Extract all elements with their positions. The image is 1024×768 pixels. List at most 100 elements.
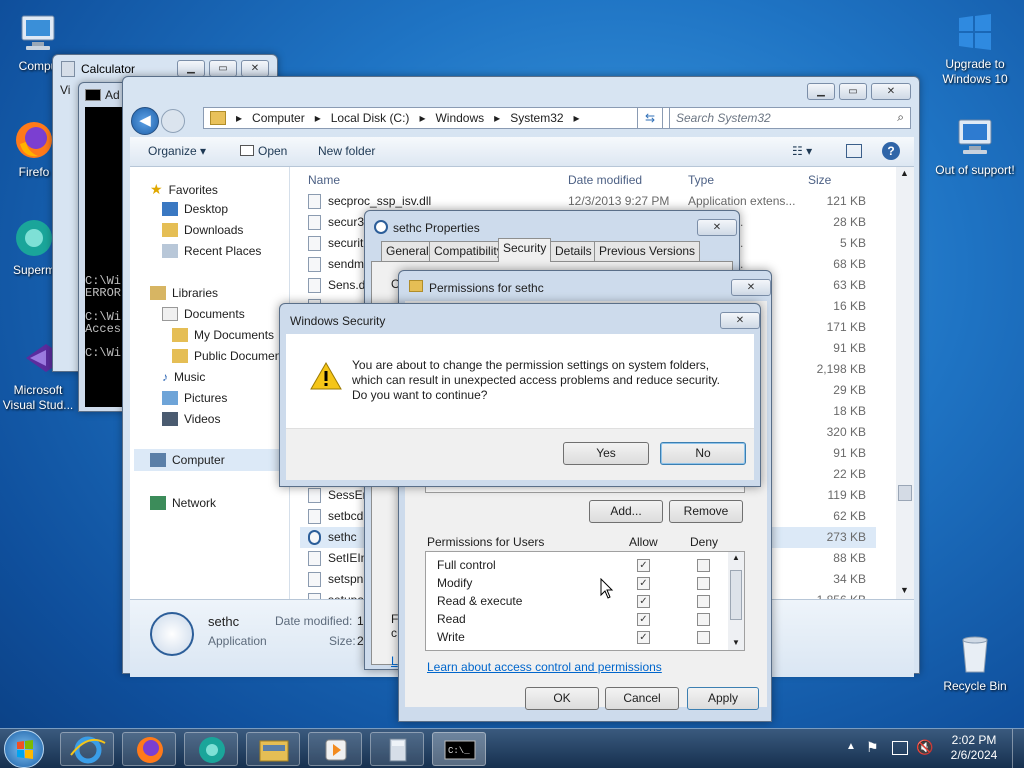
ok-button[interactable]: OK <box>525 687 599 710</box>
column-header-name[interactable]: Name <box>308 173 340 187</box>
learn-more-link[interactable]: Learn about access control and permissio… <box>427 660 662 674</box>
new-folder-button[interactable]: New folder <box>318 144 375 158</box>
deny-checkbox[interactable] <box>697 631 710 644</box>
breadcrumb-system32[interactable]: System32 <box>510 111 563 125</box>
minimize-button[interactable]: ▁ <box>177 60 205 77</box>
nav-public-documents[interactable]: Public Documen <box>172 349 281 363</box>
nav-pictures[interactable]: Pictures <box>162 391 227 405</box>
file-row[interactable]: secproc_ssp_isv.dll 12/3/2013 9:27 PM Appl… <box>300 191 876 212</box>
scrollbar-thumb[interactable] <box>730 570 742 620</box>
cancel-button[interactable]: Cancel <box>605 687 679 710</box>
permissions-scrollbar[interactable]: ▲ ▼ <box>728 552 744 650</box>
search-input[interactable]: Search System32 ⌕ <box>669 107 911 129</box>
taskbar-cmd[interactable]: C:\_ <box>432 732 486 766</box>
deny-checkbox[interactable] <box>697 613 710 626</box>
yes-button[interactable]: Yes <box>563 442 649 465</box>
file-icon <box>308 236 321 251</box>
tab-details[interactable]: Details <box>550 241 597 261</box>
nav-desktop[interactable]: Desktop <box>162 202 228 216</box>
show-desktop-button[interactable] <box>1012 729 1024 768</box>
add-button[interactable]: Add... <box>589 500 663 523</box>
details-size-value: 2 <box>357 634 364 648</box>
column-header-date[interactable]: Date modified <box>568 173 642 187</box>
properties-learn-link[interactable]: L <box>391 654 398 668</box>
breadcrumb-local-disk[interactable]: Local Disk (C:) <box>331 111 410 125</box>
minimize-button[interactable]: ▁ <box>807 83 835 100</box>
tab-compatibility[interactable]: Compatibility <box>429 241 508 261</box>
desktop-icon-upgrade[interactable]: Upgrade to Windows 10 <box>935 10 1015 87</box>
windows-security-dialog[interactable]: Windows Security ✕ You are about to chan… <box>279 303 761 487</box>
back-button[interactable]: ◀ <box>131 107 159 135</box>
apply-button[interactable]: Apply <box>687 687 759 710</box>
taskbar-firefox[interactable] <box>122 732 176 766</box>
deny-header: Deny <box>690 535 719 549</box>
view-options-icon[interactable]: ☷ ▾ <box>792 144 812 158</box>
file-name: SetIEIn <box>328 551 368 565</box>
nav-my-documents[interactable]: My Documents <box>172 328 274 342</box>
no-button[interactable]: No <box>660 442 746 465</box>
network-icon[interactable] <box>892 741 908 755</box>
nav-documents[interactable]: Documents <box>162 307 245 321</box>
allow-checkbox[interactable]: ✓ <box>637 577 650 590</box>
start-button[interactable] <box>4 730 44 768</box>
close-button[interactable]: ✕ <box>720 312 760 329</box>
column-header-size[interactable]: Size <box>808 173 831 187</box>
svg-text:C:\_: C:\_ <box>448 746 470 756</box>
desktop-icon-out-of-support[interactable]: Out of support! <box>935 116 1015 178</box>
preview-pane-icon[interactable] <box>846 144 862 158</box>
deny-checkbox[interactable] <box>697 577 710 590</box>
close-button[interactable]: ✕ <box>731 279 771 296</box>
maximize-button[interactable]: ▭ <box>839 83 867 100</box>
permissions-list[interactable]: Full control ✓ Modify ✓ Read & execute ✓ Read ✓… <box>425 551 745 651</box>
column-header-type[interactable]: Type <box>688 173 714 187</box>
nav-network[interactable]: Network <box>150 496 216 510</box>
file-size: 22 KB <box>833 467 866 481</box>
file-list-scrollbar[interactable]: ▲ ▼ <box>896 167 914 599</box>
allow-checkbox[interactable]: ✓ <box>637 631 650 644</box>
taskbar-media-player[interactable] <box>308 732 362 766</box>
close-button[interactable]: ✕ <box>871 83 911 100</box>
clock[interactable]: 2:02 PM 2/6/2024 <box>946 733 1002 763</box>
nav-downloads[interactable]: Downloads <box>162 223 243 237</box>
close-button[interactable]: ✕ <box>697 219 737 236</box>
tab-security[interactable]: Security <box>498 238 552 262</box>
folder-icon <box>409 280 423 292</box>
security-dialog-title: Windows Security <box>290 314 386 328</box>
remove-button[interactable]: Remove <box>669 500 743 523</box>
maximize-button[interactable]: ▭ <box>209 60 237 77</box>
close-button[interactable]: ✕ <box>241 60 269 77</box>
taskbar-ie[interactable] <box>60 732 114 766</box>
file-size: 18 KB <box>833 404 866 418</box>
show-hidden-icons-icon[interactable]: ▲ <box>846 741 856 752</box>
organize-button[interactable]: Organize ▾ <box>148 144 206 158</box>
tab-previous-versions[interactable]: Previous Versions <box>594 241 701 261</box>
help-icon[interactable]: ? <box>882 142 900 160</box>
scrollbar-thumb[interactable] <box>898 485 912 501</box>
deny-checkbox[interactable] <box>697 559 710 572</box>
allow-checkbox[interactable]: ✓ <box>637 595 650 608</box>
action-center-flag-icon[interactable]: ⚑ <box>866 739 879 756</box>
forward-button[interactable] <box>161 109 185 133</box>
breadcrumb-computer[interactable]: Computer <box>252 111 305 125</box>
taskbar-supermium[interactable] <box>184 732 238 766</box>
taskbar-calculator[interactable] <box>370 732 424 766</box>
deny-checkbox[interactable] <box>697 595 710 608</box>
nav-libraries[interactable]: Libraries <box>150 286 218 300</box>
tab-general[interactable]: General <box>381 241 434 261</box>
breadcrumb-windows[interactable]: Windows <box>435 111 484 125</box>
taskbar-explorer[interactable] <box>246 732 300 766</box>
refresh-icon[interactable]: ⇆ <box>637 107 663 129</box>
volume-muted-icon[interactable]: 🔇 <box>916 739 933 756</box>
allow-checkbox[interactable]: ✓ <box>637 559 650 572</box>
music-icon: ♪ <box>162 370 168 384</box>
nav-computer[interactable]: Computer <box>134 449 286 471</box>
permission-label: Read <box>437 612 466 626</box>
nav-favorites[interactable]: ★ Favorites <box>150 181 218 198</box>
nav-recent-places[interactable]: Recent Places <box>162 244 261 258</box>
desktop-icon-recycle-bin[interactable]: Recycle Bin <box>935 632 1015 694</box>
calculator-menu[interactable]: Vi <box>60 83 70 97</box>
nav-videos[interactable]: Videos <box>162 412 220 426</box>
open-button[interactable]: Open <box>240 144 287 158</box>
nav-music[interactable]: ♪ Music <box>162 370 205 384</box>
allow-checkbox[interactable]: ✓ <box>637 613 650 626</box>
